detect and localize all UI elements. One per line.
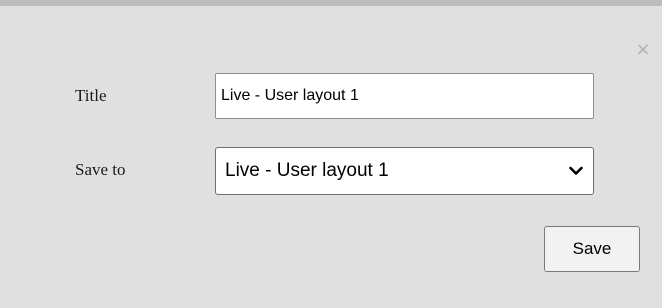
save-to-label: Save to: [75, 160, 126, 179]
close-icon[interactable]: ×: [633, 40, 653, 60]
save-button[interactable]: Save: [544, 226, 640, 272]
save-layout-dialog: × Title Save to Live - User layout 1 Sav…: [0, 0, 662, 308]
save-to-selected-value: Live - User layout 1: [225, 160, 389, 181]
title-label: Title: [75, 86, 107, 105]
chevron-down-icon: [569, 166, 583, 175]
title-input[interactable]: [215, 73, 594, 119]
save-to-select[interactable]: Live - User layout 1: [215, 147, 594, 195]
